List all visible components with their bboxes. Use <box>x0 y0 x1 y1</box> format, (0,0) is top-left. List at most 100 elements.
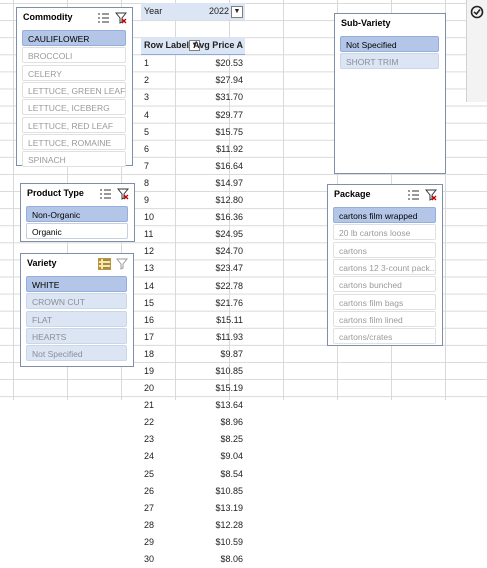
table-row[interactable]: 29 $10.59 <box>141 534 245 551</box>
table-row[interactable]: 16 $15.11 <box>141 312 245 329</box>
pivot-filter-row[interactable]: Year 2022 ▼ <box>141 3 245 21</box>
table-row[interactable]: 18 $9.87 <box>141 346 245 363</box>
table-row[interactable]: 26 $10.85 <box>141 483 245 500</box>
row-value: $13.19 <box>215 502 243 513</box>
row-label: 15 <box>144 297 155 308</box>
slicer-item[interactable]: BROCCOLI <box>22 47 126 64</box>
clear-filter-icon[interactable] <box>425 189 437 201</box>
slicer-item[interactable]: CROWN CUT <box>26 293 127 310</box>
pivot-table[interactable]: Year 2022 ▼ Row Labels ▼ Avg Price A 1 $2… <box>141 3 245 568</box>
row-value: $9.04 <box>220 451 243 462</box>
table-row[interactable]: 8 $14.97 <box>141 175 245 192</box>
slicer-item[interactable]: cartons film lined <box>333 310 436 327</box>
table-row[interactable]: 5 $15.75 <box>141 124 245 141</box>
sync-icon[interactable] <box>470 5 484 19</box>
slicer-item[interactable]: SHORT TRIM <box>340 53 439 70</box>
row-value: $15.11 <box>216 314 243 325</box>
slicer-item[interactable]: CAULIFLOWER <box>22 30 126 46</box>
table-row[interactable]: 24 $9.04 <box>141 448 245 465</box>
slicer-item[interactable]: LETTUCE, GREEN LEAF <box>22 81 126 98</box>
product-type-slicer[interactable]: Product Type Non-Organic Organic <box>20 183 135 242</box>
table-row[interactable]: 3 $31.70 <box>141 89 245 106</box>
table-row[interactable]: 15 $21.76 <box>141 295 245 312</box>
multi-select-icon[interactable] <box>98 13 109 23</box>
filter-dropdown-icon[interactable]: ▼ <box>231 6 243 18</box>
row-value: $15.19 <box>215 383 243 394</box>
multi-select-icon[interactable] <box>98 258 111 270</box>
table-row[interactable]: 20 $15.19 <box>141 380 245 397</box>
slicer-item[interactable]: cartons 12 3-count pack... <box>333 258 436 275</box>
variety-slicer[interactable]: Variety WHITE CROWN CUT FLAT HEARTS Not Spec… <box>20 253 134 367</box>
row-value: $8.06 <box>220 554 243 564</box>
row-label: 4 <box>144 109 150 120</box>
table-row[interactable]: 23 $8.25 <box>141 431 245 448</box>
slicer-item[interactable]: HEARTS <box>26 327 127 344</box>
table-row[interactable]: 14 $22.78 <box>141 278 245 295</box>
table-row[interactable]: 19 $10.85 <box>141 363 245 380</box>
multi-select-icon[interactable] <box>100 189 111 199</box>
slicer-item[interactable]: FLAT <box>26 310 127 327</box>
slicer-item[interactable]: LETTUCE, ROMAINE <box>22 133 126 150</box>
sub-variety-slicer[interactable]: Sub-Variety Not Specified SHORT TRIM <box>334 13 446 174</box>
slicer-item[interactable]: LETTUCE, ICEBERG <box>22 99 126 116</box>
row-label: 25 <box>144 468 155 479</box>
table-row[interactable]: 11 $24.95 <box>141 226 245 243</box>
table-row[interactable]: 13 $23.47 <box>141 260 245 277</box>
row-label: 8 <box>144 177 150 188</box>
row-value: $15.75 <box>215 126 243 137</box>
table-row[interactable]: 4 $29.77 <box>141 107 245 124</box>
table-row[interactable]: 10 $16.36 <box>141 209 245 226</box>
row-labels-header[interactable]: Row Labels <box>144 37 194 54</box>
slicer-item[interactable]: cartons film wrapped <box>333 207 436 223</box>
row-label: 9 <box>144 195 150 206</box>
package-slicer[interactable]: Package cartons film wrapped 20 lb carton… <box>327 184 443 346</box>
slicer-item[interactable]: LETTUCE, RED LEAF <box>22 116 126 133</box>
clear-filter-icon[interactable] <box>116 258 128 270</box>
slicer-title: Variety <box>27 258 57 268</box>
slicer-item[interactable]: CELERY <box>22 64 126 81</box>
table-row[interactable]: 1 $20.53 <box>141 55 245 72</box>
slicer-item[interactable]: 20 lb cartons loose <box>333 224 436 241</box>
slicer-item[interactable]: Not Specified <box>340 36 439 52</box>
row-label: 6 <box>144 143 150 154</box>
table-row[interactable]: 9 $12.80 <box>141 192 245 209</box>
row-label: 2 <box>144 75 150 86</box>
slicer-item[interactable]: cartons bunched <box>333 276 436 293</box>
row-value: $12.80 <box>215 195 243 206</box>
row-value: $8.96 <box>220 417 243 428</box>
row-label: 30 <box>144 554 155 564</box>
table-row[interactable]: 7 $16.64 <box>141 158 245 175</box>
row-label: 17 <box>144 331 155 342</box>
slicer-item[interactable]: Non-Organic <box>26 206 128 222</box>
row-value: $14.97 <box>215 177 243 188</box>
slicer-item[interactable]: WHITE <box>26 276 127 292</box>
commodity-slicer[interactable]: Commodity CAULIFLOWER BROCCOLI CELERY LETTU… <box>16 7 133 168</box>
slicer-item[interactable]: cartons film bags <box>333 293 436 310</box>
pivot-rows: 1 $20.53 2 $27.94 3 $31.70 4 $29.77 5 $15.75 6 $11.… <box>141 55 245 568</box>
slicer-title: Commodity <box>23 12 73 22</box>
row-label: 3 <box>144 92 150 103</box>
table-row[interactable]: 27 $13.19 <box>141 500 245 517</box>
slicer-title: Product Type <box>27 188 84 198</box>
table-row[interactable]: 22 $8.96 <box>141 414 245 431</box>
table-row[interactable]: 25 $8.54 <box>141 466 245 483</box>
clear-filter-icon[interactable] <box>115 12 127 24</box>
filter-value: 2022 <box>208 6 229 16</box>
clear-filter-icon[interactable] <box>117 188 129 200</box>
slicer-item[interactable]: cartons/crates <box>333 328 436 345</box>
row-label: 27 <box>144 502 155 513</box>
row-label: 14 <box>144 280 155 291</box>
multi-select-icon[interactable] <box>408 190 419 200</box>
value-header: Avg Price A <box>193 40 243 51</box>
row-label: 29 <box>144 536 155 547</box>
slicer-item[interactable]: Organic <box>26 223 128 240</box>
table-row[interactable]: 12 $24.70 <box>141 243 245 260</box>
slicer-item[interactable]: cartons <box>333 241 436 258</box>
table-row[interactable]: 17 $11.93 <box>141 329 245 346</box>
slicer-item[interactable]: SPINACH <box>22 151 126 168</box>
slicer-item[interactable]: Not Specified <box>26 345 127 362</box>
table-row[interactable]: 6 $11.92 <box>141 141 245 158</box>
table-row[interactable]: 2 $27.94 <box>141 72 245 89</box>
table-row[interactable]: 30 $8.06 <box>141 551 245 568</box>
table-row[interactable]: 28 $12.28 <box>141 517 245 534</box>
